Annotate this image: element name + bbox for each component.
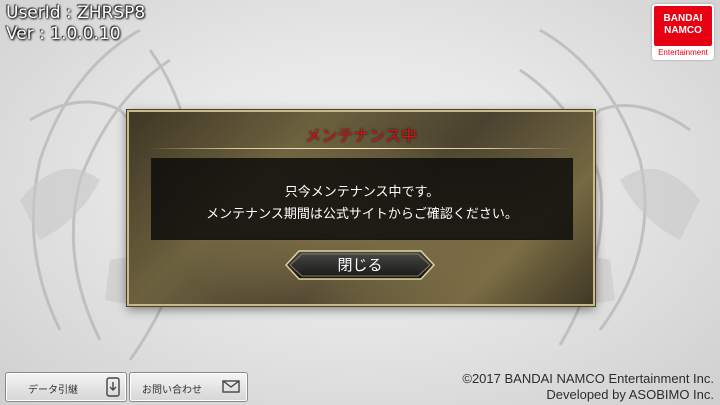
contact-button[interactable]: お問い合わせ <box>129 372 248 402</box>
phone-transfer-icon <box>106 377 120 397</box>
logo-line2: NAMCO <box>664 25 702 36</box>
maintenance-dialog: メンテナンス中 只今メンテナンス中です。 メンテナンス期間は公式サイトからご確認… <box>127 110 595 306</box>
message-line-2: メンテナンス期間は公式サイトからご確認ください。 <box>206 207 518 222</box>
logo-line1: BANDAI <box>663 13 703 24</box>
user-info: UserId : ZHRSP8 Ver : 1.0.0.10 <box>6 3 145 45</box>
contact-label: お問い合わせ <box>142 385 202 396</box>
logo-subtitle: Entertainment <box>658 48 708 57</box>
copyright-text: ©2017 BANDAI NAMCO Entertainment Inc. De… <box>462 371 714 403</box>
title-divider <box>149 148 573 149</box>
user-id-text: UserId : ZHRSP8 <box>6 3 146 23</box>
bandai-namco-logo: BANDAI NAMCO Entertainment <box>652 4 714 60</box>
mail-icon <box>222 380 240 393</box>
close-button[interactable]: 閉じる <box>285 250 435 280</box>
version-text: Ver : 1.0.0.10 <box>6 24 121 44</box>
data-transfer-label: データ引継 <box>28 385 78 396</box>
copyright-line-1: ©2017 BANDAI NAMCO Entertainment Inc. <box>462 371 714 386</box>
message-box: 只今メンテナンス中です。 メンテナンス期間は公式サイトからご確認ください。 <box>151 158 573 240</box>
message-line-1: 只今メンテナンス中です。 <box>284 185 440 200</box>
data-transfer-button[interactable]: データ引継 <box>5 372 127 402</box>
dialog-title: メンテナンス中 <box>305 126 417 145</box>
copyright-line-2: Developed by ASOBIMO Inc. <box>546 387 714 402</box>
close-button-label: 閉じる <box>337 256 383 274</box>
logo-mark: BANDAI NAMCO <box>654 6 712 46</box>
